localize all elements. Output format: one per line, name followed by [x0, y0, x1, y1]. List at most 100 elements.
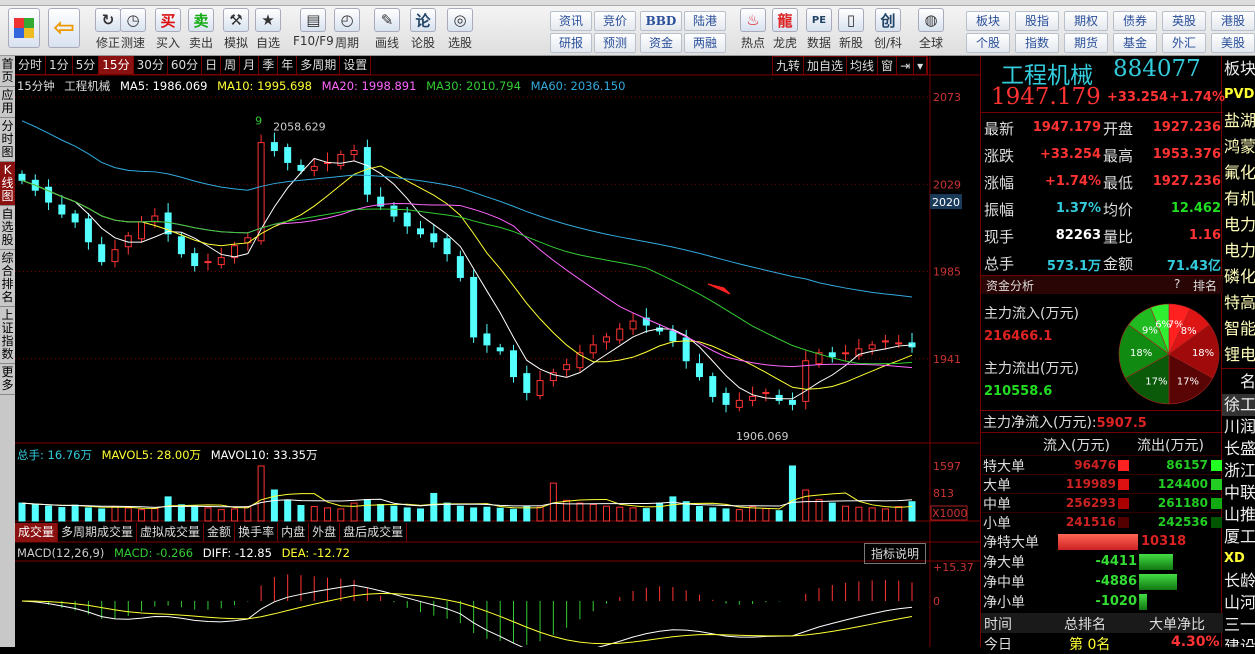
- stock-item[interactable]: 三一: [1222, 614, 1255, 636]
- indicator-tab[interactable]: 换手率: [235, 523, 279, 542]
- hot-button[interactable]: ♨ 热点: [740, 8, 766, 54]
- shortcut-button[interactable]: 两融: [684, 33, 726, 53]
- shortcut-button[interactable]: BBD: [640, 11, 682, 31]
- quote-label: 最低: [1103, 174, 1134, 192]
- market-button[interactable]: 美股: [1211, 33, 1255, 53]
- sector-item[interactable]: 智能: [1222, 316, 1255, 342]
- market-button[interactable]: 债券: [1113, 11, 1157, 31]
- chuang-button[interactable]: 创创/科: [874, 8, 902, 54]
- refresh-button[interactable]: ↻ 修正: [95, 8, 121, 54]
- stock-item[interactable]: 山河: [1222, 592, 1255, 614]
- shortcut-button[interactable]: 研报: [550, 33, 592, 53]
- net-bar-negative: [1139, 594, 1147, 610]
- clock-button[interactable]: ◷ 测速: [120, 8, 146, 54]
- market-button[interactable]: 期权: [1064, 11, 1108, 31]
- sell-button[interactable]: 卖卖出: [188, 8, 214, 54]
- shortcut-button[interactable]: 资讯: [550, 11, 592, 31]
- pencil-button[interactable]: ✎ 画线: [374, 8, 400, 54]
- indicator-tab[interactable]: 多周期成交量: [58, 523, 138, 542]
- document-button[interactable]: ▤ F10/F9: [293, 8, 334, 54]
- dea-value: DEA: -12.72: [281, 546, 350, 560]
- indicator-tab[interactable]: 盘后成交量: [340, 523, 408, 542]
- volume-bar: [762, 508, 770, 522]
- sector-item[interactable]: 有机: [1222, 186, 1255, 212]
- volume-bar: [895, 506, 903, 522]
- sector-item[interactable]: 锂电: [1222, 342, 1255, 368]
- volume-tick: 813: [933, 487, 954, 500]
- indicator-tab[interactable]: 虚拟成交量: [137, 523, 205, 542]
- sector-item[interactable]: 电力: [1222, 238, 1255, 264]
- market-button[interactable]: 股指: [1015, 11, 1059, 31]
- stock-item[interactable]: 徐工: [1222, 394, 1255, 416]
- sector-item[interactable]: PVDF: [1222, 82, 1255, 108]
- sector-item[interactable]: 盐湖: [1222, 108, 1255, 134]
- market-button[interactable]: 期货: [1064, 33, 1108, 53]
- candle: [735, 392, 743, 412]
- sector-item[interactable]: 鸿蒙: [1222, 134, 1255, 160]
- windows-logo-button[interactable]: [8, 8, 40, 54]
- shortcut-button[interactable]: 资金: [640, 33, 682, 53]
- sector-item[interactable]: 板块: [1222, 56, 1255, 82]
- sector-item[interactable]: 特高: [1222, 290, 1255, 316]
- quote-label: 金额: [1103, 255, 1134, 273]
- sector-item[interactable]: 氟化: [1222, 160, 1255, 186]
- stock-item[interactable]: 建设: [1222, 636, 1255, 647]
- market-button[interactable]: 基金: [1113, 33, 1157, 53]
- shortcut-button[interactable]: 陆港: [684, 11, 726, 31]
- sector-item[interactable]: 磷化: [1222, 264, 1255, 290]
- volume-bar: [602, 505, 610, 522]
- indicator-help-button[interactable]: 指标说明: [864, 543, 927, 564]
- star-folder-button[interactable]: ★ 自选: [255, 8, 281, 54]
- volume-bar: [868, 507, 876, 522]
- help-button[interactable]: ?: [1174, 277, 1180, 291]
- shortcut-button[interactable]: 竞价: [594, 11, 636, 31]
- stock-item[interactable]: XD: [1222, 548, 1255, 570]
- stock-item[interactable]: 中联: [1222, 482, 1255, 504]
- volume-bar: [788, 465, 796, 522]
- stock-item[interactable]: 浙江: [1222, 460, 1255, 482]
- market-button[interactable]: 板块: [966, 11, 1010, 31]
- indicator-tab[interactable]: 成交量: [15, 523, 59, 542]
- globe-button[interactable]: ◍ 全球: [918, 8, 944, 54]
- buy-button[interactable]: 买买入: [155, 8, 181, 54]
- sector-item[interactable]: 电力: [1222, 212, 1255, 238]
- rank-button[interactable]: 排名: [1193, 277, 1217, 294]
- star-folder-icon: ★: [255, 8, 281, 32]
- market-button[interactable]: 个股: [966, 33, 1010, 53]
- indicator-tab[interactable]: 外盘: [309, 523, 341, 542]
- shortcut-button[interactable]: 预测: [594, 33, 636, 53]
- dragon-button[interactable]: 龍龙虎: [772, 8, 798, 54]
- pe-data-button[interactable]: PE 数据: [806, 8, 832, 54]
- button-label: 买入: [155, 36, 180, 50]
- back-arrow-button[interactable]: ⇦: [48, 8, 80, 54]
- nine-turn-marker: 9: [255, 115, 262, 128]
- indicator-tab[interactable]: 内盘: [278, 523, 310, 542]
- stock-item[interactable]: 川润: [1222, 416, 1255, 438]
- inflow-swatch: [1118, 498, 1129, 509]
- stock-item[interactable]: 长盛: [1222, 438, 1255, 460]
- ma60-line: [21, 120, 913, 298]
- stock-item[interactable]: 山推: [1222, 504, 1255, 526]
- forum-button[interactable]: 论论股: [410, 8, 436, 54]
- market-button[interactable]: 外汇: [1162, 33, 1206, 53]
- gavel-button[interactable]: ⚒ 模拟: [223, 8, 249, 54]
- quote-label: 开盘: [1103, 120, 1134, 138]
- high-annotation: 2058.629: [273, 121, 326, 134]
- macd-tick: +15.37: [933, 561, 974, 574]
- indicator-tab[interactable]: 金额: [204, 523, 236, 542]
- stock-item[interactable]: 厦工: [1222, 526, 1255, 548]
- market-button[interactable]: 英股: [1162, 11, 1206, 31]
- period-clock-icon: ◴: [334, 8, 360, 32]
- ipo-button[interactable]: ▯ 新股: [838, 8, 864, 54]
- volume-bar: [855, 506, 863, 522]
- mavol5: MAVOL5: 28.00万: [101, 448, 202, 462]
- volume-bar: [749, 506, 757, 522]
- market-button[interactable]: 指数: [1015, 33, 1059, 53]
- market-button[interactable]: 港股: [1211, 11, 1255, 31]
- stock-picker-button[interactable]: ◎ 选股: [447, 8, 473, 54]
- inflow-swatch: [1118, 479, 1129, 490]
- period-clock-button[interactable]: ◴ 周期: [334, 8, 360, 54]
- stock-item[interactable]: 长龄: [1222, 570, 1255, 592]
- svg-text:6%: 6%: [1155, 320, 1171, 331]
- candle: [363, 139, 371, 203]
